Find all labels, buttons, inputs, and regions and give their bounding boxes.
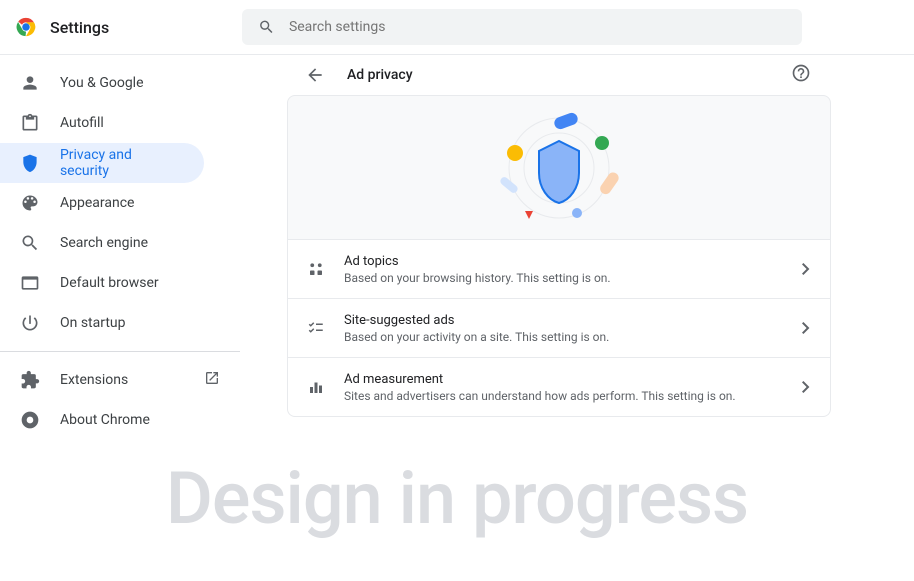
person-icon <box>20 73 40 93</box>
search-icon <box>258 18 275 36</box>
chevron-right-icon <box>802 319 812 338</box>
search-icon <box>20 233 40 253</box>
sidebar-item-appearance[interactable]: Appearance <box>0 183 240 223</box>
option-desc: Based on your activity on a site. This s… <box>344 330 802 344</box>
sidebar-item-label: About Chrome <box>60 412 150 428</box>
page-title: Ad privacy <box>347 67 791 83</box>
chevron-right-icon <box>802 260 812 279</box>
chrome-icon <box>20 410 40 430</box>
chevron-right-icon <box>802 378 812 397</box>
sidebar-item-search-engine[interactable]: Search engine <box>0 223 240 263</box>
extension-icon <box>20 370 40 390</box>
open-external-icon <box>204 370 220 390</box>
sidebar-item-extensions[interactable]: Extensions <box>0 360 240 400</box>
chrome-logo-icon <box>16 17 36 37</box>
sidebar-item-on-startup[interactable]: On startup <box>0 303 240 343</box>
hero-illustration <box>287 95 831 240</box>
sidebar-item-about-chrome[interactable]: About Chrome <box>0 400 240 440</box>
power-icon <box>20 313 40 333</box>
checklist-icon <box>306 319 326 337</box>
sidebar-item-label: Default browser <box>60 275 159 291</box>
divider <box>0 351 240 352</box>
sidebar-item-label: Appearance <box>60 195 134 211</box>
search-container[interactable] <box>242 9 802 45</box>
sidebar-item-autofill[interactable]: Autofill <box>0 103 240 143</box>
sidebar-item-label: Autofill <box>60 115 104 131</box>
page-header: Ad privacy <box>287 55 831 95</box>
palette-icon <box>20 193 40 213</box>
sidebar-item-label: Search engine <box>60 235 148 251</box>
main-content: Ad privacy <box>240 55 914 581</box>
sidebar-item-you-and-google[interactable]: You & Google <box>0 63 240 103</box>
sidebar-item-default-browser[interactable]: Default browser <box>0 263 240 303</box>
help-button[interactable] <box>791 63 815 87</box>
sidebar-item-label: You & Google <box>60 75 144 91</box>
sidebar-item-label: On startup <box>60 315 126 331</box>
sidebar-item-label: Privacy and security <box>60 147 184 179</box>
option-desc: Based on your browsing history. This set… <box>344 271 802 285</box>
search-input[interactable] <box>289 19 786 35</box>
sidebar: You & Google Autofill Privacy and securi… <box>0 55 240 581</box>
option-title: Site-suggested ads <box>344 313 802 328</box>
clipboard-icon <box>20 113 40 133</box>
option-ad-topics[interactable]: Ad topics Based on your browsing history… <box>287 240 831 299</box>
option-ad-measurement[interactable]: Ad measurement Sites and advertisers can… <box>287 358 831 417</box>
option-site-suggested-ads[interactable]: Site-suggested ads Based on your activit… <box>287 299 831 358</box>
sidebar-item-label: Extensions <box>60 372 128 388</box>
top-bar: Settings <box>0 0 914 55</box>
option-title: Ad measurement <box>344 372 802 387</box>
back-button[interactable] <box>303 63 327 87</box>
option-desc: Sites and advertisers can understand how… <box>344 389 802 403</box>
browser-icon <box>20 273 40 293</box>
app-title: Settings <box>50 18 109 37</box>
shield-icon <box>20 153 40 173</box>
option-title: Ad topics <box>344 254 802 269</box>
bar-chart-icon <box>306 378 326 396</box>
sidebar-item-privacy-security[interactable]: Privacy and security <box>0 143 204 183</box>
topics-icon <box>306 260 326 278</box>
